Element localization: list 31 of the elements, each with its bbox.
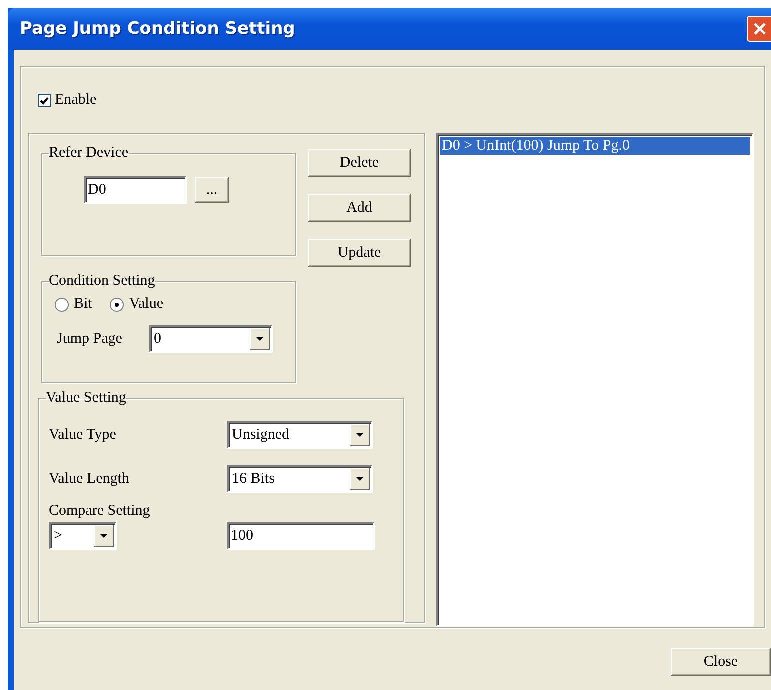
dropdown-arrow-icon xyxy=(256,337,264,341)
action-button[interactable]: Add xyxy=(308,194,411,222)
radio-button[interactable] xyxy=(55,298,69,312)
compare-value-field[interactable]: 100 xyxy=(227,522,375,550)
dropdown[interactable]: 16 Bits xyxy=(227,465,373,494)
dropdown-arrow-icon xyxy=(356,477,364,482)
enable-label: Enable xyxy=(55,92,97,109)
group-title: Value Setting xyxy=(46,389,126,408)
jump-page-label: Jump Page xyxy=(57,330,124,348)
action-button[interactable]: Delete xyxy=(308,149,411,177)
browse-button[interactable]: ... xyxy=(195,177,229,203)
radio-label: Value xyxy=(129,296,164,313)
dropdown[interactable]: > xyxy=(49,522,117,550)
value-length-label: Value Length xyxy=(49,470,130,488)
compare-setting-label: Compare Setting xyxy=(49,503,150,520)
group-title: Condition Setting xyxy=(49,272,156,290)
window-title: Page Jump Condition Setting xyxy=(20,19,296,39)
radio-button[interactable] xyxy=(110,298,124,312)
radio-label: Bit xyxy=(74,296,92,313)
device-field[interactable]: D0 xyxy=(84,176,187,204)
dropdown-arrow-icon xyxy=(356,433,364,438)
group-title: Refer Device xyxy=(49,144,129,162)
enable-checkbox[interactable] xyxy=(38,94,51,107)
dropdown[interactable]: Unsigned xyxy=(227,421,373,450)
close-icon[interactable] xyxy=(747,16,771,42)
close-button[interactable]: Close xyxy=(671,648,771,676)
action-button[interactable]: Update xyxy=(308,239,411,267)
list-item[interactable]: D0 > UnInt(100) Jump To Pg.0 xyxy=(440,137,750,155)
dropdown[interactable]: 0 xyxy=(149,325,273,353)
dropdown-arrow-icon xyxy=(100,534,108,538)
value-type-label: Value Type xyxy=(49,426,118,444)
